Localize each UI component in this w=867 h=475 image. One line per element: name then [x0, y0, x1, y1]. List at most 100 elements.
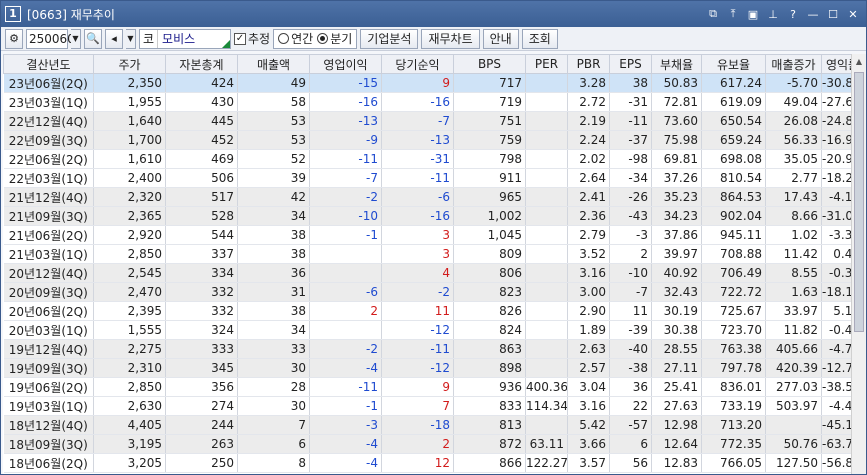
table-cell: -11 — [309, 149, 382, 169]
table-cell: 836.01 — [701, 377, 766, 397]
finance-chart-button[interactable]: 재무차트 — [421, 28, 480, 49]
table-cell: 19년09월(3Q) — [3, 358, 94, 378]
column-header[interactable]: PBR — [567, 54, 610, 74]
close-icon[interactable]: ✕ — [846, 7, 860, 21]
scroll-up-arrow-icon[interactable]: ▲ — [852, 54, 866, 69]
pin-top-icon[interactable]: ⊥ — [766, 7, 780, 21]
table-row[interactable]: 20년06월(2Q) 2,395 332 38 2 11 826 2.90 11 30.19 725… — [3, 301, 860, 321]
column-header[interactable]: 매출액 — [237, 54, 310, 74]
table-row[interactable]: 19년12월(4Q) 2,275 333 33 -2 -11 863 2.63 -40 28.55… — [3, 339, 860, 359]
column-header[interactable]: 영업이익 — [309, 54, 382, 74]
table-row[interactable]: 18년09월(3Q) 3,195 263 6 -4 2 872 63.11 3.66 6 12.64… — [3, 434, 860, 454]
table-cell: 37.26 — [651, 168, 702, 188]
table-cell: 965 — [453, 187, 526, 207]
table-row[interactable]: 23년06월(2Q) 2,350 424 49 -15 9 717 3.28 38 50.83 61… — [3, 73, 860, 93]
table-cell: 772.35 — [701, 434, 766, 454]
table-row[interactable]: 21년06월(2Q) 2,920 544 38 -1 3 1,045 2.79 -3 37.86 9… — [3, 225, 860, 245]
table-cell: 4,405 — [93, 415, 166, 435]
table-cell: 263 — [165, 434, 238, 454]
table-cell — [309, 244, 382, 264]
table-row[interactable]: 19년06월(2Q) 2,850 356 28 -11 9 936 400.36 3.04 36 2… — [3, 377, 860, 397]
stock-name: 모비스 — [162, 32, 196, 46]
table-row[interactable]: 20년12월(4Q) 2,545 334 36 4 806 3.16 -10 40.92 706.… — [3, 263, 860, 283]
table-cell — [525, 263, 568, 283]
table-cell: 833 — [453, 396, 526, 416]
table-cell: 30 — [237, 396, 310, 416]
table-cell: 659.24 — [701, 130, 766, 150]
pin-icon[interactable]: ⤒ — [726, 7, 740, 21]
table-row[interactable]: 20년03월(1Q) 1,555 324 34 -12 824 1.89 -39 30.38 72… — [3, 320, 860, 340]
search-icon[interactable]: 🔍 — [84, 28, 102, 49]
column-header[interactable]: 주가 — [93, 54, 166, 74]
table-cell: 53 — [237, 130, 310, 150]
column-header[interactable]: 유보율 — [701, 54, 766, 74]
column-header[interactable]: EPS — [609, 54, 652, 74]
table-row[interactable]: 22년12월(4Q) 1,640 445 53 -13 -7 751 2.19 -11 73.60… — [3, 111, 860, 131]
table-row[interactable]: 19년09월(3Q) 2,310 345 30 -4 -12 898 2.57 -38 27.11… — [3, 358, 860, 378]
table-cell: -16 — [309, 92, 382, 112]
table-row[interactable]: 23년03월(1Q) 1,955 430 58 -16 -16 719 2.72 -31 72.8… — [3, 92, 860, 112]
table-cell: 1,700 — [93, 130, 166, 150]
quarter-radio[interactable]: 분기 — [317, 30, 352, 47]
guide-button[interactable]: 안내 — [482, 28, 519, 49]
table-cell: 5.42 — [567, 415, 610, 435]
quarter-label: 분기 — [330, 32, 353, 46]
table-cell: 3,195 — [93, 434, 166, 454]
vertical-scrollbar[interactable]: ▲ — [851, 54, 866, 474]
table-cell: 2,630 — [93, 396, 166, 416]
table-row[interactable]: 21년03월(1Q) 2,850 337 38 3 809 3.52 2 39.97 708.88… — [3, 244, 860, 264]
table-row[interactable]: 18년12월(4Q) 4,405 244 7 -3 -18 813 5.42 -57 12.98 7… — [3, 415, 860, 435]
query-button[interactable]: 조회 — [521, 28, 558, 49]
table-row[interactable]: 19년03월(1Q) 2,630 274 30 -1 7 833 114.34 3.16 22 27… — [3, 396, 860, 416]
scrollbar-thumb[interactable] — [854, 72, 864, 332]
checkmark-icon: ✓ — [234, 32, 246, 45]
table-row[interactable]: 22년03월(1Q) 2,400 506 39 -7 -11 911 2.64 -34 37.26… — [3, 168, 860, 188]
table-row[interactable]: 18년06월(2Q) 3,205 250 8 -4 12 866 122.27 3.57 56 12… — [3, 453, 860, 473]
column-header[interactable]: 매출증가 — [765, 54, 822, 74]
table-cell: 2.90 — [567, 301, 610, 321]
table-cell: 503.97 — [765, 396, 822, 416]
speaker-dropdown-arrow[interactable]: ▼ — [126, 28, 136, 49]
table-row[interactable]: 22년06월(2Q) 1,610 469 52 -11 -31 798 2.02 -98 69.8… — [3, 149, 860, 169]
column-header[interactable]: 결산년도 — [3, 54, 94, 74]
table-row[interactable]: 22년09월(3Q) 1,700 452 53 -9 -13 759 2.24 -37 75.98… — [3, 130, 860, 150]
column-header[interactable]: 당기순익 — [381, 54, 454, 74]
column-header[interactable]: BPS — [453, 54, 526, 74]
table-row[interactable]: 21년09월(3Q) 2,365 528 34 -10 -16 1,002 2.36 -43 34… — [3, 206, 860, 226]
column-header[interactable]: 부채율 — [651, 54, 702, 74]
table-cell: -26 — [609, 187, 652, 207]
minimize-icon[interactable]: — — [806, 7, 820, 21]
stock-name-box[interactable]: 코 모비스 — [139, 28, 231, 49]
table-cell: 52 — [237, 149, 310, 169]
estimate-checkbox[interactable]: ✓ 추정 — [234, 30, 270, 47]
table-cell: 21년06월(2Q) — [3, 225, 94, 245]
table-row[interactable]: 21년12월(4Q) 2,320 517 42 -2 -6 965 2.41 -26 35.23 8… — [3, 187, 860, 207]
table-cell: 72.81 — [651, 92, 702, 112]
table-cell — [525, 301, 568, 321]
table-cell: -1 — [309, 225, 382, 245]
speaker-icon[interactable]: ◂ — [105, 28, 123, 49]
table-cell: 751 — [453, 111, 526, 131]
help-icon[interactable]: ? — [786, 7, 800, 21]
maximize-icon[interactable]: ☐ — [826, 7, 840, 21]
company-analysis-button[interactable]: 기업분석 — [360, 28, 419, 49]
table-cell: -11 — [381, 168, 454, 188]
table-cell: -16 — [381, 92, 454, 112]
table-cell: 34.23 — [651, 206, 702, 226]
table-cell: 19년03월(1Q) — [3, 396, 94, 416]
link-window-icon[interactable]: ⧉ — [706, 7, 720, 21]
table-cell: -16 — [381, 206, 454, 226]
table-cell: 50.76 — [765, 434, 822, 454]
table-row[interactable]: 20년09월(3Q) 2,470 332 31 -6 -2 823 3.00 -7 32.43 72… — [3, 282, 860, 302]
annual-radio[interactable]: 연간 — [278, 30, 313, 47]
table-cell: 18년09월(3Q) — [3, 434, 94, 454]
settings-gear-icon[interactable]: ⚙ — [5, 28, 23, 49]
code-dropdown-arrow[interactable]: ▼ — [71, 28, 81, 49]
table-cell: 18년06월(2Q) — [3, 453, 94, 473]
column-header[interactable]: PER — [525, 54, 568, 74]
capture-icon[interactable]: ▣ — [746, 7, 760, 21]
table-cell: 58 — [237, 92, 310, 112]
stock-code-input[interactable]: 250060 — [26, 28, 75, 49]
table-cell: 34 — [237, 206, 310, 226]
column-header[interactable]: 자본총계 — [165, 54, 238, 74]
